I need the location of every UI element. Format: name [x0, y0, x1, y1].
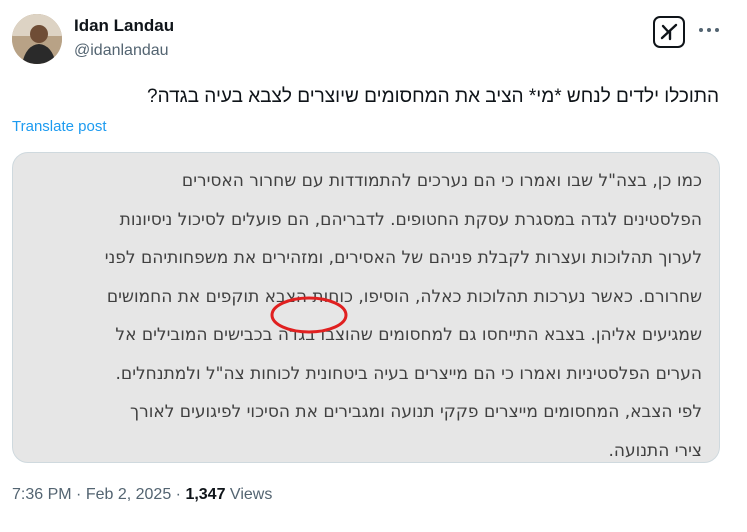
- views-count: 1,347: [185, 486, 226, 503]
- avatar[interactable]: [12, 14, 62, 64]
- article-line: כמו כן, בצה"ל שבו ואמרו כי הם נערכים להת…: [181, 171, 702, 191]
- post-media-image[interactable]: כמו כן, בצה"ל שבו ואמרו כי הם נערכים להת…: [12, 152, 720, 463]
- article-line: לערוך תהלוכות ועצרות לקבלת פניהם של האסי…: [104, 248, 702, 268]
- grok-icon[interactable]: [653, 16, 685, 48]
- post-time[interactable]: 7:36 PM: [12, 486, 72, 503]
- article-line: שחרורם. כאשר נערכות תהלוכות כאלה, הוסיפו…: [106, 286, 702, 307]
- translate-post-link[interactable]: Translate post: [12, 118, 107, 135]
- more-dot: [699, 28, 703, 32]
- more-dot: [715, 28, 719, 32]
- author-name[interactable]: Idan Landau: [74, 16, 174, 36]
- meta-separator: ·: [171, 486, 186, 503]
- article-line: צירי התנועה.: [608, 440, 702, 461]
- post-date[interactable]: Feb 2, 2025: [86, 486, 171, 503]
- post-text: התוכלו ילדים לנחש *מי* הציב את המחסומים …: [147, 86, 719, 107]
- views-label: Views: [225, 486, 273, 503]
- article-line: שמגיעים אליהן. בצבא התייחסו גם למחסומים …: [115, 325, 702, 345]
- meta-separator: ·: [71, 486, 86, 503]
- article-screenshot-text: כמו כן, בצה"ל שבו ואמרו כי הם נערכים להת…: [22, 162, 702, 462]
- more-dot: [707, 28, 711, 32]
- more-icon[interactable]: [699, 20, 719, 40]
- post-meta: 7:36 PM · Feb 2, 2025 · 1,347 Views: [12, 486, 272, 504]
- author-handle[interactable]: @idanlandau: [74, 42, 169, 60]
- article-line: הפלסטינים לגדה במסגרת עסקת החטופים. לדבר…: [119, 209, 702, 230]
- article-line: הערים הפלסטיניות ואמרו כי הם מייצרים בעי…: [115, 363, 702, 384]
- article-line: לפי הצבא, המחסומים מייצרים פקקי תנועה ומ…: [130, 402, 702, 422]
